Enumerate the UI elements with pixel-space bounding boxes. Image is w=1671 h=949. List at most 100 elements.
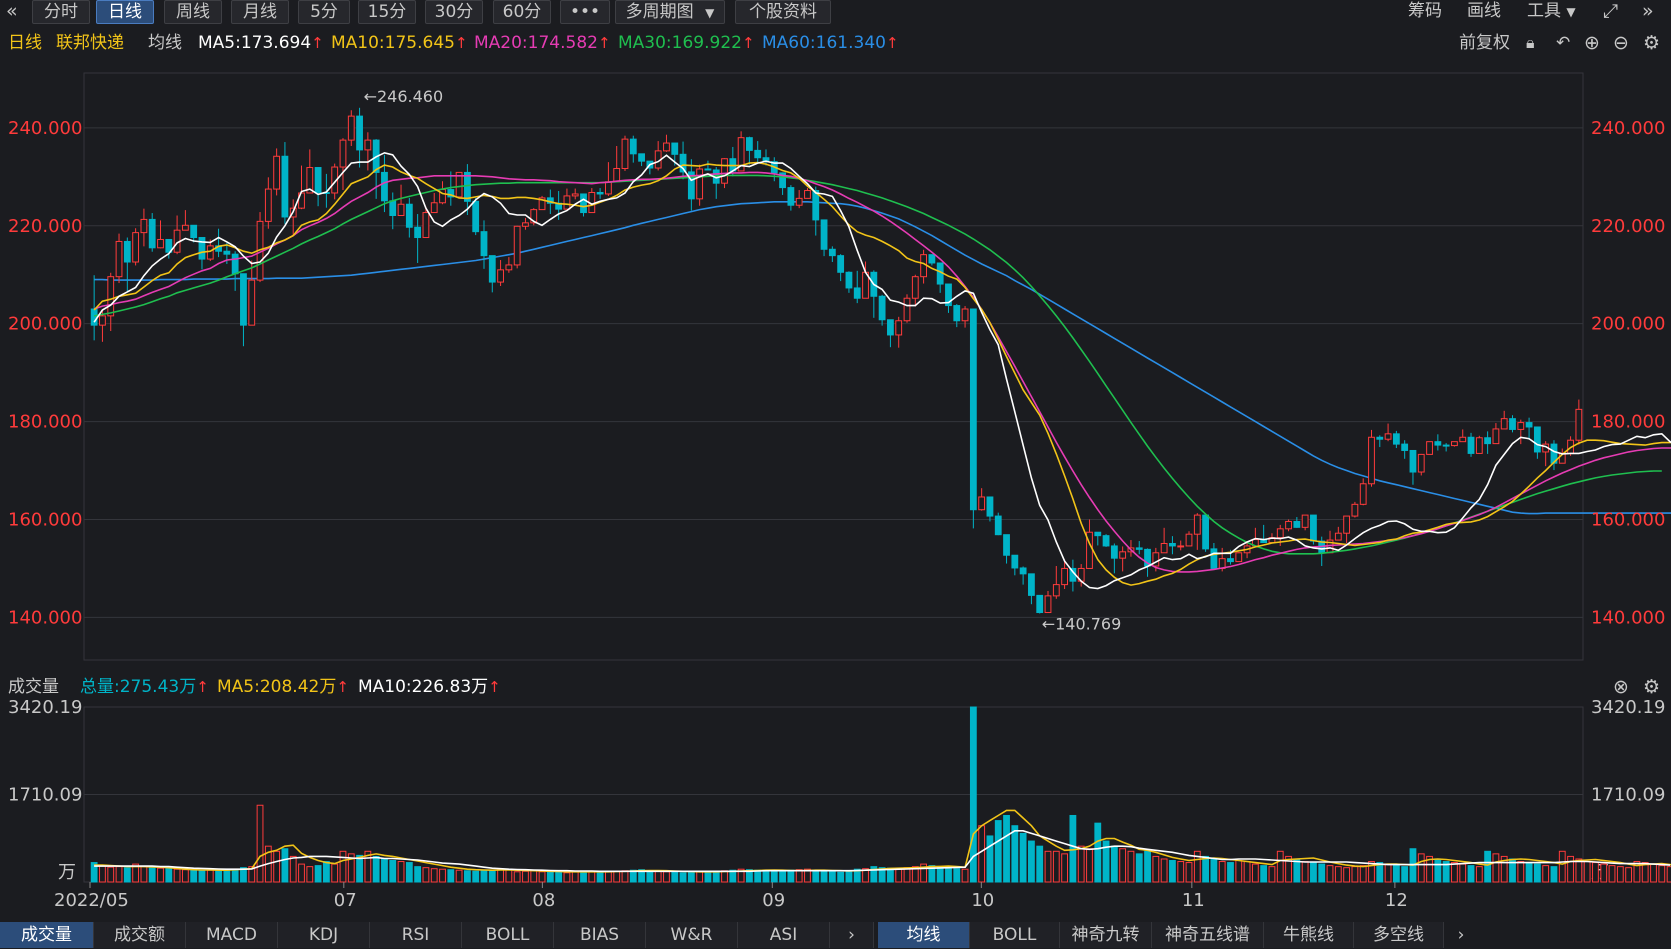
candle-down[interactable] bbox=[1434, 441, 1442, 446]
tab-fenshi[interactable]: 分时 bbox=[32, 0, 90, 24]
tab-5min[interactable]: 5分 bbox=[298, 0, 350, 24]
double-chevron-right-icon[interactable]: » bbox=[1642, 0, 1654, 24]
candle-up[interactable] bbox=[264, 188, 272, 222]
candle-up[interactable] bbox=[895, 320, 903, 336]
candle-down[interactable] bbox=[837, 255, 845, 273]
candle-up[interactable] bbox=[248, 279, 256, 326]
tools-dropdown[interactable]: 工具 ▼ bbox=[1527, 0, 1576, 24]
chip-button[interactable]: 筹码 bbox=[1408, 0, 1442, 24]
candle-down[interactable] bbox=[1525, 422, 1533, 428]
multi-period-dropdown[interactable]: 多周期图 ▼ bbox=[615, 0, 725, 24]
candle-up[interactable] bbox=[1351, 503, 1359, 517]
candle-down[interactable] bbox=[314, 167, 322, 193]
candle-down[interactable] bbox=[1442, 444, 1450, 447]
chevron-right-icon[interactable]: › bbox=[830, 922, 874, 948]
candle-up[interactable] bbox=[961, 308, 969, 322]
candle-down[interactable] bbox=[1533, 426, 1541, 453]
double-chevron-left-icon[interactable]: « bbox=[6, 0, 18, 24]
more-button[interactable]: ••• bbox=[560, 0, 610, 24]
candle-up[interactable] bbox=[613, 168, 621, 183]
candle-down[interactable] bbox=[231, 253, 239, 275]
candle-up[interactable] bbox=[181, 224, 189, 231]
candle-up[interactable] bbox=[1160, 542, 1168, 554]
candle-down[interactable] bbox=[488, 255, 496, 283]
tab-boll[interactable]: BOLL bbox=[462, 922, 554, 948]
candle-down[interactable] bbox=[148, 218, 156, 249]
candle-up[interactable] bbox=[795, 197, 803, 206]
expand-icon[interactable]: ⤢ bbox=[1603, 0, 1618, 24]
candle-down[interactable] bbox=[754, 149, 762, 159]
candle-down[interactable] bbox=[596, 191, 604, 195]
candle-down[interactable] bbox=[887, 319, 894, 336]
candle-down[interactable] bbox=[1484, 437, 1492, 445]
candle-up[interactable] bbox=[99, 315, 106, 326]
candle-up[interactable] bbox=[1500, 418, 1508, 430]
candle-up[interactable] bbox=[397, 203, 405, 216]
tab-bull-bear[interactable]: 牛熊线 bbox=[1264, 922, 1354, 948]
candle-up[interactable] bbox=[505, 264, 513, 271]
tab-volume[interactable]: 成交量 bbox=[0, 922, 94, 948]
candle-up[interactable] bbox=[1368, 436, 1375, 485]
tab-magic-five[interactable]: 神奇五线谱 bbox=[1152, 922, 1264, 948]
candle-up[interactable] bbox=[1417, 453, 1425, 473]
candle-up[interactable] bbox=[1061, 567, 1069, 586]
candle-down[interactable] bbox=[704, 168, 712, 171]
candle-up[interactable] bbox=[1193, 514, 1201, 535]
candle-up[interactable] bbox=[1517, 422, 1525, 430]
candle-up[interactable] bbox=[430, 202, 438, 214]
adjust-dropdown[interactable]: 前复权 bbox=[1459, 32, 1510, 54]
candle-up[interactable] bbox=[1492, 428, 1500, 445]
candle-down[interactable] bbox=[389, 200, 397, 216]
tab-60min[interactable]: 60分 bbox=[493, 0, 551, 24]
tab-kdj[interactable]: KDJ bbox=[278, 922, 370, 948]
candle-up[interactable] bbox=[563, 195, 571, 210]
candle-up[interactable] bbox=[1235, 552, 1243, 563]
candle-down[interactable] bbox=[1003, 534, 1010, 556]
candle-up[interactable] bbox=[347, 115, 355, 141]
candle-down[interactable] bbox=[1509, 418, 1516, 430]
candle-down[interactable] bbox=[828, 248, 836, 257]
candle-up[interactable] bbox=[1334, 532, 1342, 541]
candle-up[interactable] bbox=[206, 245, 214, 260]
candle-down[interactable] bbox=[1210, 548, 1218, 569]
candle-down[interactable] bbox=[1135, 547, 1143, 550]
candle-down[interactable] bbox=[223, 250, 231, 255]
candle-up[interactable] bbox=[1185, 533, 1193, 547]
candle-down[interactable] bbox=[414, 226, 422, 239]
candle-up[interactable] bbox=[364, 139, 372, 151]
candle-up[interactable] bbox=[1575, 408, 1583, 441]
lock-icon[interactable]: 🔒︎ bbox=[1526, 32, 1535, 54]
tab-wr[interactable]: W&R bbox=[646, 922, 738, 948]
candle-up[interactable] bbox=[497, 269, 504, 283]
tab-turnover[interactable]: 成交额 bbox=[94, 922, 186, 948]
candle-down[interactable] bbox=[1102, 535, 1110, 547]
candle-up[interactable] bbox=[157, 238, 164, 249]
candle-up[interactable] bbox=[1301, 514, 1309, 528]
candle-up[interactable] bbox=[1285, 520, 1292, 530]
candle-up[interactable] bbox=[1359, 483, 1367, 505]
candle-up[interactable] bbox=[1343, 515, 1351, 534]
tab-bias[interactable]: BIAS bbox=[554, 922, 646, 948]
candle-down[interactable] bbox=[953, 305, 961, 322]
candle-up[interactable] bbox=[978, 496, 986, 511]
tab-magic-nine[interactable]: 神奇九转 bbox=[1060, 922, 1152, 948]
candle-up[interactable] bbox=[1052, 584, 1060, 597]
gear-icon[interactable]: ⚙ bbox=[1643, 32, 1660, 54]
candle-up[interactable] bbox=[1177, 545, 1185, 548]
candle-down[interactable] bbox=[1011, 554, 1019, 569]
candle-down[interactable] bbox=[787, 187, 795, 206]
candle-down[interactable] bbox=[969, 308, 977, 511]
candle-up[interactable] bbox=[1044, 595, 1052, 614]
candle-up[interactable] bbox=[903, 297, 911, 322]
tab-weekly[interactable]: 周线 bbox=[164, 0, 222, 24]
candle-up[interactable] bbox=[1451, 441, 1458, 447]
candle-up[interactable] bbox=[422, 212, 430, 239]
candle-up[interactable] bbox=[1475, 437, 1483, 454]
tab-boll-main[interactable]: BOLL bbox=[970, 922, 1060, 948]
candle-down[interactable] bbox=[472, 200, 480, 233]
candle-up[interactable] bbox=[721, 158, 728, 184]
tab-long-short[interactable]: 多空线 bbox=[1354, 922, 1444, 948]
candle-down[interactable] bbox=[878, 295, 886, 321]
candle-down[interactable] bbox=[1028, 573, 1035, 596]
tab-ma[interactable]: 均线 bbox=[878, 922, 970, 948]
